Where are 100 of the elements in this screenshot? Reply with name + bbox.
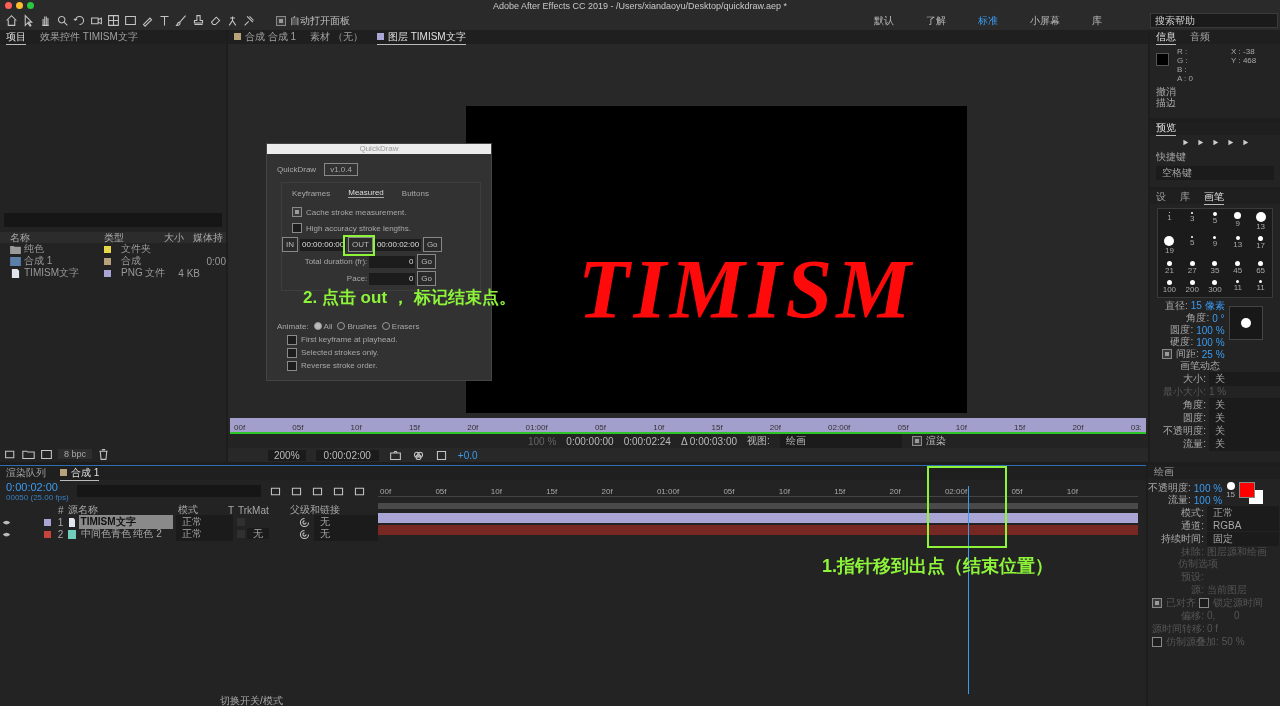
- layer-name[interactable]: TIMISM文字: [78, 515, 173, 529]
- close-button[interactable]: [5, 2, 12, 9]
- help-search-field[interactable]: 搜索帮助: [1150, 13, 1278, 28]
- column-header[interactable]: 名称: [10, 230, 92, 245]
- workspace-tab[interactable]: 小屏幕: [1016, 13, 1074, 28]
- brush-icon[interactable]: [175, 14, 188, 27]
- time-ruler[interactable]: 00f 05f 10f 15f 20f 01:00f 05f 10f 15f 20f 02:00f 05f 10f 15f 20f 03:: [230, 418, 1146, 434]
- param-value[interactable]: 100 %: [1196, 324, 1225, 336]
- paint-dropdown[interactable]: 固定: [1207, 531, 1279, 546]
- in-time-field[interactable]: 00:00:00:00: [300, 238, 346, 251]
- go-button[interactable]: Go: [417, 254, 436, 269]
- spacing-checkbox[interactable]: 间距:: [1162, 347, 1199, 361]
- brush-preset[interactable]: 17: [1249, 236, 1272, 256]
- pick-whip-icon[interactable]: [298, 527, 311, 541]
- current-time-field[interactable]: 0:00:02:00: [315, 449, 379, 461]
- project-item[interactable]: 合成 1 合成 0:00: [0, 255, 226, 267]
- time-ruler[interactable]: 00f 05f 10f 15f 20f 01:00f 05f 10f 15f 20f 02:00f 05f 10f: [378, 484, 1138, 497]
- column-header[interactable]: 媒体持: [192, 230, 226, 245]
- parent-dropdown[interactable]: 无: [314, 527, 378, 541]
- panel-tab[interactable]: 信息: [1156, 30, 1176, 45]
- track-matte-dropdown[interactable]: 无: [246, 528, 269, 539]
- brush-preset[interactable]: 100: [1158, 280, 1181, 295]
- panel-tab[interactable]: 绘画: [1154, 465, 1174, 480]
- param-value[interactable]: 100 %: [1193, 494, 1223, 506]
- go-button[interactable]: Go: [422, 237, 442, 252]
- dynamics-dropdown[interactable]: 关: [1209, 371, 1280, 386]
- option-checkbox[interactable]: High accuracy stroke lengths.: [292, 220, 480, 236]
- number-field[interactable]: 0: [369, 272, 416, 285]
- zoom-dropdown[interactable]: 200%: [268, 449, 306, 461]
- brush-preset[interactable]: 5: [1203, 211, 1227, 231]
- camera-icon[interactable]: [90, 14, 103, 27]
- out-point-time[interactable]: 0:00:02:24: [623, 435, 671, 447]
- panel-tab[interactable]: 音频: [1190, 30, 1210, 45]
- grid-icon[interactable]: [107, 14, 120, 27]
- option-checkbox[interactable]: Reverse stroke order.: [287, 359, 481, 372]
- animate-radio[interactable]: Erasers: [381, 321, 420, 331]
- in-point-time[interactable]: 0:00:00:00: [566, 435, 614, 447]
- param-value[interactable]: 15 像素: [1190, 299, 1225, 313]
- brush-preset[interactable]: 19: [1158, 236, 1181, 256]
- brush-preset[interactable]: 9: [1226, 211, 1250, 231]
- out-time-field[interactable]: 00:00:02:00: [374, 238, 421, 251]
- brush-preset[interactable]: 300: [1203, 280, 1227, 295]
- dialog-tab[interactable]: Buttons: [401, 188, 429, 198]
- panel-tab[interactable]: 库: [1180, 190, 1190, 205]
- project-item[interactable]: TIMISM文字 PNG 文件 4 KB: [0, 267, 226, 279]
- out-button[interactable]: OUT: [348, 237, 373, 252]
- zoom-button[interactable]: [27, 2, 34, 9]
- home-icon[interactable]: [5, 14, 18, 27]
- panel-tab[interactable]: 效果控件 TIMISM文字: [40, 30, 138, 45]
- workspace-tab[interactable]: 库: [1078, 13, 1116, 28]
- brush-preset[interactable]: 9: [1203, 236, 1227, 256]
- column-header[interactable]: 大小: [163, 230, 193, 245]
- column-header[interactable]: 类型: [91, 230, 164, 245]
- number-field[interactable]: 0: [369, 255, 416, 268]
- brush-preset[interactable]: 5: [1180, 236, 1204, 256]
- panel-tab[interactable]: 设: [1156, 190, 1166, 205]
- render-checkbox[interactable]: 渲染: [911, 434, 946, 448]
- animate-radio[interactable]: All: [313, 321, 333, 331]
- text-icon[interactable]: [158, 14, 171, 27]
- play-icon[interactable]: [1211, 139, 1219, 146]
- brush-preset[interactable]: 13: [1249, 211, 1272, 231]
- animate-radio[interactable]: Brushes: [337, 321, 377, 331]
- workspace-tab[interactable]: 默认: [860, 13, 908, 28]
- exposure-value[interactable]: +0.0: [457, 449, 478, 461]
- dialog-tab[interactable]: Keyframes: [292, 188, 331, 198]
- brush-preset[interactable]: 1: [1158, 211, 1181, 231]
- stamp-icon[interactable]: [192, 14, 205, 27]
- puppet-icon[interactable]: [226, 14, 239, 27]
- panel-tab[interactable]: 项目: [6, 30, 26, 45]
- dialog-tab[interactable]: Measured: [348, 188, 384, 198]
- search-icon[interactable]: [56, 14, 69, 27]
- in-button[interactable]: IN: [282, 237, 298, 252]
- brush-preset[interactable]: 11: [1249, 280, 1272, 295]
- paint-dropdown[interactable]: 正常: [1207, 505, 1279, 520]
- viewer-tab[interactable]: 素材 （无）: [310, 30, 363, 45]
- brush-size-button[interactable]: 15: [1226, 482, 1236, 499]
- camera-icon[interactable]: [388, 448, 402, 462]
- rectangle-icon[interactable]: [124, 14, 137, 27]
- panel-tab[interactable]: 渲染队列: [6, 466, 46, 481]
- minimize-button[interactable]: [16, 2, 23, 9]
- panel-tab[interactable]: 预览: [1156, 121, 1176, 136]
- rotate-icon[interactable]: [73, 14, 86, 27]
- composition-icon[interactable]: [40, 447, 53, 461]
- paint-dropdown[interactable]: RGBA: [1207, 520, 1279, 531]
- viewer-tab[interactable]: 图层 TIMISM文字: [376, 30, 466, 45]
- bit-depth-button[interactable]: 8 bpc: [58, 449, 93, 459]
- view-dropdown[interactable]: 绘画: [779, 434, 902, 448]
- pick-whip-icon[interactable]: [298, 515, 311, 529]
- mode-dropdown[interactable]: 正常: [175, 527, 233, 541]
- panel-tab[interactable]: 合成 1: [60, 466, 100, 481]
- dynamics-dropdown[interactable]: 关: [1209, 397, 1280, 412]
- brush-preset[interactable]: 200: [1180, 280, 1204, 295]
- param-value[interactable]: 100 %: [1193, 482, 1223, 494]
- brush-preset[interactable]: 13: [1226, 236, 1250, 256]
- current-time[interactable]: 0:00:02:00: [6, 480, 69, 493]
- brush-preset[interactable]: 65: [1249, 260, 1272, 275]
- param-value[interactable]: 25 %: [1201, 348, 1225, 360]
- pin-icon[interactable]: [243, 14, 256, 27]
- brush-preset[interactable]: 21: [1158, 260, 1181, 275]
- auto-open-checkbox[interactable]: 自动打开面板: [276, 13, 350, 28]
